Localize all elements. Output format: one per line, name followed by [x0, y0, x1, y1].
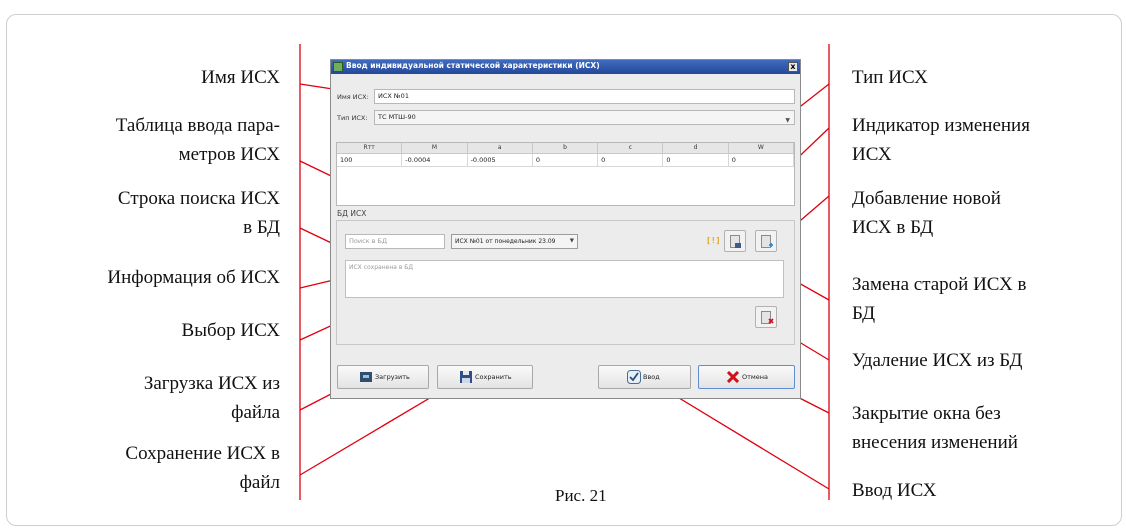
enter-button[interactable]: Ввод: [598, 365, 691, 389]
column-header: a: [468, 143, 533, 153]
column-header: Rтт: [337, 143, 403, 153]
callout-delete: Удаление ИСХ из БД: [852, 350, 1023, 371]
column-header: b: [533, 143, 599, 153]
isx-select[interactable]: ИСХ №01 от понедельник 23.09 ▼: [451, 234, 578, 249]
checkmark-icon: [627, 370, 641, 384]
params-table-header: Rтт M a b c d W: [337, 143, 794, 154]
callout-load-line1: Загрузка ИСХ из: [143, 373, 280, 394]
params-table[interactable]: Rтт M a b c d W 100 -0.0004 -0.0005 0 0 …: [336, 142, 795, 206]
load-button[interactable]: Загрузить: [337, 365, 429, 389]
callout-table-line2: метров ИСХ: [178, 144, 280, 165]
table-cell[interactable]: -0.0004: [402, 154, 468, 166]
delete-from-db-button[interactable]: [755, 306, 777, 328]
column-header: W: [729, 143, 794, 153]
dialog-title: Ввод индивидуальной статической характер…: [346, 61, 600, 70]
callout-add-line1: Добавление новой: [852, 188, 1001, 209]
change-indicator: [!]: [706, 236, 721, 245]
db-section-label: БД ИСХ: [337, 209, 367, 218]
callout-replace-line2: БД: [852, 303, 876, 324]
callout-indicator-line2: ИСХ: [852, 144, 892, 165]
save-button[interactable]: Сохранить: [437, 365, 533, 389]
callout-enter: Ввод ИСХ: [852, 480, 937, 501]
callout-replace-line1: Замена старой ИСХ в: [852, 274, 1027, 295]
column-header: M: [402, 143, 468, 153]
table-cell[interactable]: 0: [663, 154, 729, 166]
add-to-db-button[interactable]: [755, 230, 777, 252]
callout-type: Тип ИСХ: [852, 67, 928, 88]
red-x-icon: [727, 371, 739, 383]
callout-close-line1: Закрытие окна без: [852, 403, 1001, 424]
floppy-disk-icon: [460, 371, 472, 383]
cancel-button-label: Отмена: [742, 373, 769, 381]
table-cell[interactable]: 0: [533, 154, 599, 166]
figure-caption: Рис. 21: [555, 486, 607, 505]
db-search-input[interactable]: Поиск в БД: [345, 234, 445, 249]
table-cell[interactable]: 100: [337, 154, 403, 166]
type-select[interactable]: ТС МТШ-90 ▼: [374, 110, 795, 125]
chevron-down-icon: ▼: [569, 238, 574, 244]
column-header: c: [598, 143, 664, 153]
isx-info-text: ИСХ сохранена в БД: [349, 264, 414, 271]
table-cell[interactable]: -0.0005: [468, 154, 533, 166]
type-label: Тип ИСХ:: [337, 114, 368, 122]
callout-info: Информация об ИСХ: [107, 267, 280, 288]
type-select-value: ТС МТШ-90: [378, 113, 416, 121]
name-label: Имя ИСХ:: [337, 93, 369, 101]
table-cell[interactable]: 0: [729, 154, 794, 166]
column-header: d: [663, 143, 729, 153]
name-input[interactable]: ИСХ №01: [374, 89, 795, 104]
load-button-label: Загрузить: [375, 373, 410, 381]
callout-indicator-line1: Индикатор изменения: [852, 115, 1030, 136]
callout-name: Имя ИСХ: [201, 67, 280, 88]
close-button[interactable]: x: [788, 62, 798, 72]
callout-add-line2: ИСХ в БД: [852, 217, 934, 238]
table-cell[interactable]: 0: [598, 154, 664, 166]
folder-load-icon: [360, 372, 372, 382]
callout-table-line1: Таблица ввода пара-: [115, 115, 280, 136]
cancel-button[interactable]: Отмена: [698, 365, 795, 389]
callout-select: Выбор ИСХ: [181, 320, 280, 341]
isx-dialog: Ввод индивидуальной статической характер…: [330, 59, 801, 399]
app-icon: [333, 62, 343, 72]
replace-in-db-button[interactable]: [724, 230, 746, 252]
save-button-label: Сохранить: [475, 373, 512, 381]
callout-close-line2: внесения изменений: [852, 432, 1018, 453]
callout-save-line1: Сохранение ИСХ в: [125, 443, 280, 464]
callout-save-line2: файл: [239, 472, 280, 493]
database-add-icon: [761, 235, 773, 248]
enter-button-label: Ввод: [643, 373, 660, 381]
database-replace-icon: [730, 235, 741, 248]
isx-info-box: ИСХ сохранена в БД: [345, 260, 784, 298]
isx-select-value: ИСХ №01 от понедельник 23.09: [455, 238, 556, 245]
database-delete-icon: [761, 311, 774, 324]
table-row: 100 -0.0004 -0.0005 0 0 0 0: [337, 154, 794, 167]
dialog-titlebar[interactable]: Ввод индивидуальной статической характер…: [331, 60, 800, 74]
chevron-down-icon: ▼: [785, 117, 790, 124]
callout-search-line2: в БД: [243, 217, 280, 238]
callout-load-line2: файла: [231, 402, 280, 423]
callout-search-line1: Строка поиска ИСХ: [117, 188, 280, 209]
